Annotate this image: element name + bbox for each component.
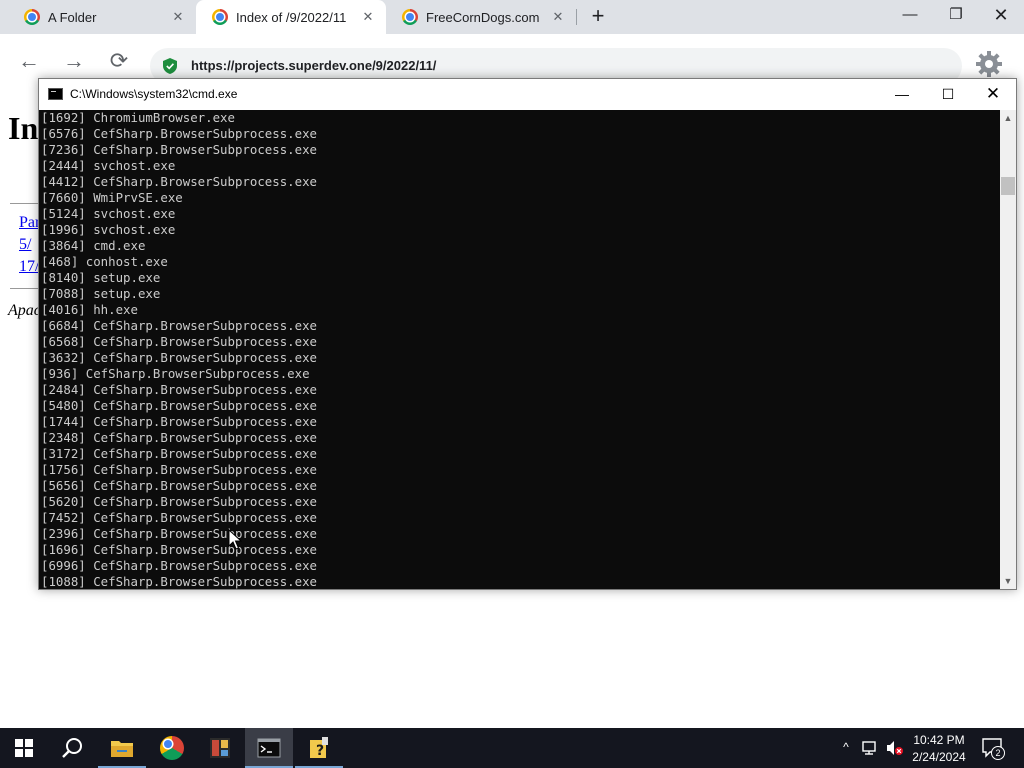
- console-line: [3172] CefSharp.BrowserSubprocess.exe: [41, 446, 318, 461]
- console-line: [3632] CefSharp.BrowserSubprocess.exe: [41, 350, 318, 365]
- directory-link-5[interactable]: 5/: [19, 236, 31, 254]
- browser-tab-strip: A Folder ✕ Index of /9/2022/11 ✕ FreeCor…: [0, 0, 1024, 34]
- chrome-favicon-icon: [402, 9, 418, 25]
- scroll-up-icon[interactable]: ▲: [1000, 110, 1016, 126]
- cmd-maximize-button[interactable]: ☐: [925, 79, 971, 109]
- folder-icon: [111, 741, 133, 757]
- clock-date[interactable]: 2/24/2024: [905, 750, 973, 764]
- chrome-favicon-icon: [212, 9, 228, 25]
- console-line: [936] CefSharp.BrowserSubprocess.exe: [41, 366, 310, 381]
- console-line: [1088] CefSharp.BrowserSubprocess.exe: [41, 574, 318, 589]
- cmd-window-title: C:\Windows\system32\cmd.exe: [70, 87, 238, 101]
- cmd-icon: [257, 738, 281, 758]
- reload-button[interactable]: ⟳: [104, 46, 134, 76]
- tab-title: Index of /9/2022/11: [236, 9, 347, 25]
- chrome-favicon-icon: [24, 9, 40, 25]
- desktop-screen: A Folder ✕ Index of /9/2022/11 ✕ FreeCor…: [0, 0, 1024, 768]
- console-line: [1692] ChromiumBrowser.exe: [41, 110, 235, 125]
- console-line: [5620] CefSharp.BrowserSubprocess.exe: [41, 494, 318, 509]
- back-button[interactable]: ←: [14, 46, 44, 76]
- chrome-icon: [160, 736, 184, 760]
- directory-link-17[interactable]: 17/: [19, 258, 39, 276]
- page-divider: [10, 288, 40, 289]
- file-explorer-button[interactable]: [98, 728, 146, 768]
- cmd-titlebar[interactable]: C:\Windows\system32\cmd.exe — ☐ ✕: [39, 79, 1016, 109]
- console-line: [1756] CefSharp.BrowserSubprocess.exe: [41, 462, 318, 477]
- cmd-close-button[interactable]: ✕: [970, 79, 1016, 109]
- volume-muted-icon[interactable]: [886, 740, 904, 756]
- mouse-pointer-icon: [228, 529, 242, 550]
- search-icon: [62, 738, 82, 758]
- cmd-window[interactable]: C:\Windows\system32\cmd.exe — ☐ ✕ [1692]…: [38, 78, 1017, 590]
- cmd-taskbar-button[interactable]: [245, 728, 293, 768]
- tray-expand-chevron-icon[interactable]: ^: [838, 740, 854, 756]
- console-line: [5124] svchost.exe: [41, 206, 176, 221]
- console-line: [2396] CefSharp.BrowserSubprocess.exe: [41, 526, 318, 541]
- console-line: [7088] setup.exe: [41, 286, 161, 301]
- console-line: [468] conhost.exe: [41, 254, 168, 269]
- console-line: [1696] CefSharp.BrowserSubprocess.exe: [41, 542, 318, 557]
- gear-icon[interactable]: [975, 50, 1003, 78]
- clock-time[interactable]: 10:42 PM: [905, 733, 973, 747]
- start-button[interactable]: [0, 728, 48, 768]
- console-line: [4412] CefSharp.BrowserSubprocess.exe: [41, 174, 318, 189]
- browser-close-button[interactable]: ✕: [978, 0, 1024, 30]
- console-line: [2444] svchost.exe: [41, 158, 176, 173]
- search-button[interactable]: [48, 728, 96, 768]
- tab-title: A Folder: [48, 9, 97, 25]
- tab-close-icon[interactable]: ✕: [550, 9, 566, 25]
- tab-index-of[interactable]: Index of /9/2022/11 ✕: [196, 0, 386, 34]
- console-line: [5656] CefSharp.BrowserSubprocess.exe: [41, 478, 318, 493]
- console-line: [3864] cmd.exe: [41, 238, 146, 253]
- console-line: [5480] CefSharp.BrowserSubprocess.exe: [41, 398, 318, 413]
- console-lines: [1692] ChromiumBrowser.exe [6576] CefShar…: [41, 110, 317, 589]
- help-button[interactable]: ?: [295, 728, 343, 768]
- console-line: [6576] CefSharp.BrowserSubprocess.exe: [41, 126, 318, 141]
- console-line: [2484] CefSharp.BrowserSubprocess.exe: [41, 382, 318, 397]
- svg-text:?: ?: [316, 743, 324, 759]
- console-line: [8140] setup.exe: [41, 270, 161, 285]
- windows-logo-icon: [15, 739, 33, 757]
- browser-minimize-button[interactable]: —: [887, 0, 933, 30]
- console-line: [6996] CefSharp.BrowserSubprocess.exe: [41, 558, 318, 573]
- new-tab-button[interactable]: +: [587, 5, 609, 28]
- console-line: [7660] WmiPrvSE.exe: [41, 190, 183, 205]
- cmd-icon: [48, 88, 63, 100]
- console-scrollbar[interactable]: ▲ ▼: [1000, 110, 1016, 589]
- browser-restore-button[interactable]: ❐: [933, 0, 979, 30]
- console-line: [2348] CefSharp.BrowserSubprocess.exe: [41, 430, 318, 445]
- tab-close-icon[interactable]: ✕: [360, 9, 376, 25]
- console-line: [6684] CefSharp.BrowserSubprocess.exe: [41, 318, 318, 333]
- console-line: [1744] CefSharp.BrowserSubprocess.exe: [41, 414, 318, 429]
- console-line: [6568] CefSharp.BrowserSubprocess.exe: [41, 334, 318, 349]
- page-divider: [10, 203, 40, 204]
- app-button[interactable]: [196, 728, 244, 768]
- console-line: [7452] CefSharp.BrowserSubprocess.exe: [41, 510, 318, 525]
- scroll-down-icon[interactable]: ▼: [1000, 573, 1016, 589]
- chrome-button[interactable]: [148, 728, 196, 768]
- app-icon: [210, 738, 230, 758]
- console-line: [7236] CefSharp.BrowserSubprocess.exe: [41, 142, 318, 157]
- taskbar: ? ^ 10:42 PM 2/24/2024 2: [0, 728, 1024, 768]
- tab-title: FreeCornDogs.com: [426, 9, 540, 25]
- network-icon[interactable]: [862, 740, 880, 756]
- scrollbar-thumb[interactable]: [1001, 177, 1015, 195]
- console-line: [1996] svchost.exe: [41, 222, 176, 237]
- forward-button[interactable]: →: [59, 46, 89, 76]
- console-line: [4016] hh.exe: [41, 302, 138, 317]
- page-title: In: [8, 110, 39, 146]
- tab-separator: [576, 9, 577, 25]
- tab-a-folder[interactable]: A Folder ✕: [0, 0, 196, 34]
- server-signature: Apac: [8, 302, 41, 319]
- notification-count-badge: 2: [991, 746, 1005, 760]
- help-icon: ?: [310, 737, 328, 759]
- tab-close-icon[interactable]: ✕: [170, 9, 186, 25]
- url-text[interactable]: https://projects.superdev.one/9/2022/11/: [191, 58, 436, 73]
- console-output[interactable]: [1692] ChromiumBrowser.exe [6576] CefShar…: [39, 110, 1000, 589]
- cmd-minimize-button[interactable]: —: [879, 79, 925, 109]
- shield-icon: [163, 58, 177, 74]
- tab-freecorndogs[interactable]: FreeCornDogs.com ✕: [386, 0, 576, 34]
